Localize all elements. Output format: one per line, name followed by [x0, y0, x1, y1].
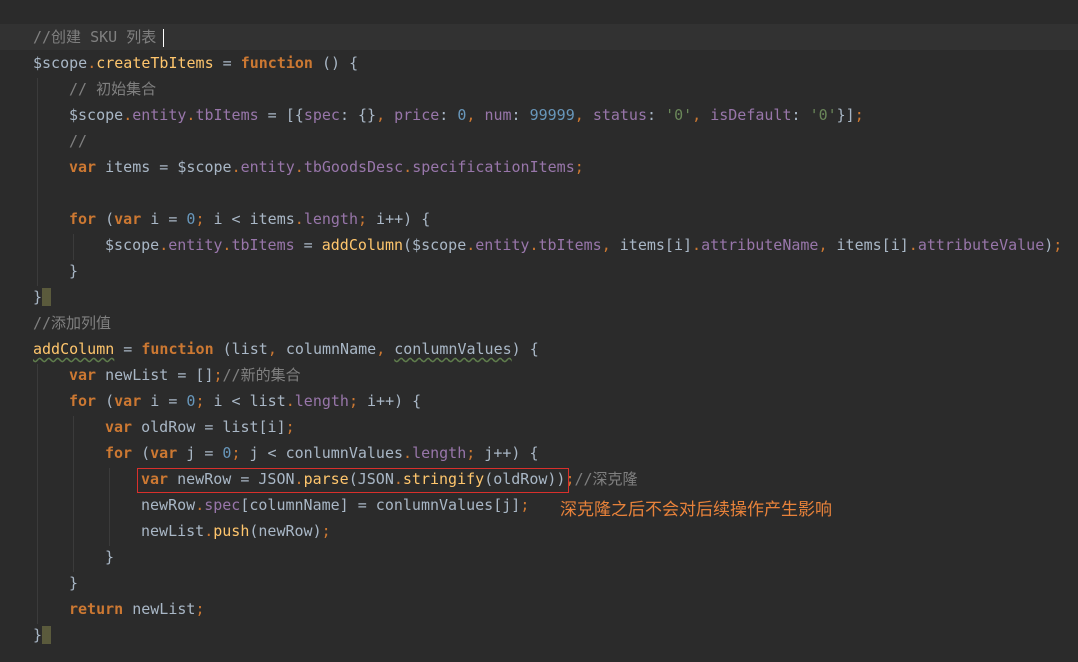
code-line-15[interactable]: for (var i = 0; i < list.length; i++) {	[0, 388, 1078, 414]
code-line-11[interactable]: }	[0, 284, 1078, 310]
text-caret	[162, 28, 164, 47]
code-line-23[interactable]: return newList;	[0, 596, 1078, 622]
deep-clone-annotation: 深克隆之后不会对后续操作产生影响	[560, 500, 832, 520]
code-editor[interactable]: //创建 SKU 列表 $scope.createTbItems = funct…	[0, 0, 1078, 662]
code-line-9[interactable]: $scope.entity.tbItems = addColumn($scope…	[0, 232, 1078, 258]
code-line-14[interactable]: var newList = [];//新的集合	[0, 362, 1078, 388]
comment-empty: //	[69, 132, 88, 150]
matched-brace-marker	[42, 288, 52, 306]
code-line-22[interactable]: }	[0, 570, 1078, 596]
code-line-20[interactable]: newList.push(newRow);	[0, 518, 1078, 544]
deep-clone-highlight-box	[137, 468, 569, 493]
code-line-6[interactable]: var items = $scope.entity.tbGoodsDesc.sp…	[0, 154, 1078, 180]
code-line-3[interactable]: // 初始集合	[0, 76, 1078, 102]
code-line-21[interactable]: }	[0, 544, 1078, 570]
code-line-4[interactable]: $scope.entity.tbItems = [{spec: {}, pric…	[0, 102, 1078, 128]
comment-create-sku: //创建 SKU 列表	[33, 28, 157, 46]
code-line-13[interactable]: addColumn = function (list, columnName, …	[0, 336, 1078, 362]
code-line-8[interactable]: for (var i = 0; i < items.length; i++) {	[0, 206, 1078, 232]
comment-initial-set: // 初始集合	[69, 80, 157, 98]
code-line-17[interactable]: for (var j = 0; j < conlumnValues.length…	[0, 440, 1078, 466]
matched-brace-marker	[42, 626, 52, 644]
code-line-24[interactable]: }	[0, 622, 1078, 648]
code-line-5[interactable]: //	[0, 128, 1078, 154]
code-line-19[interactable]: newRow.spec[columnName] = conlumnValues[…	[0, 492, 1078, 518]
code-line-12[interactable]: //添加列值	[0, 310, 1078, 336]
code-line-2[interactable]: $scope.createTbItems = function () {	[0, 50, 1078, 76]
code-line-7[interactable]	[0, 180, 1078, 206]
code-line-16[interactable]: var oldRow = list[i];	[0, 414, 1078, 440]
code-line-10[interactable]: }	[0, 258, 1078, 284]
comment-add-column: //添加列值	[33, 314, 112, 332]
